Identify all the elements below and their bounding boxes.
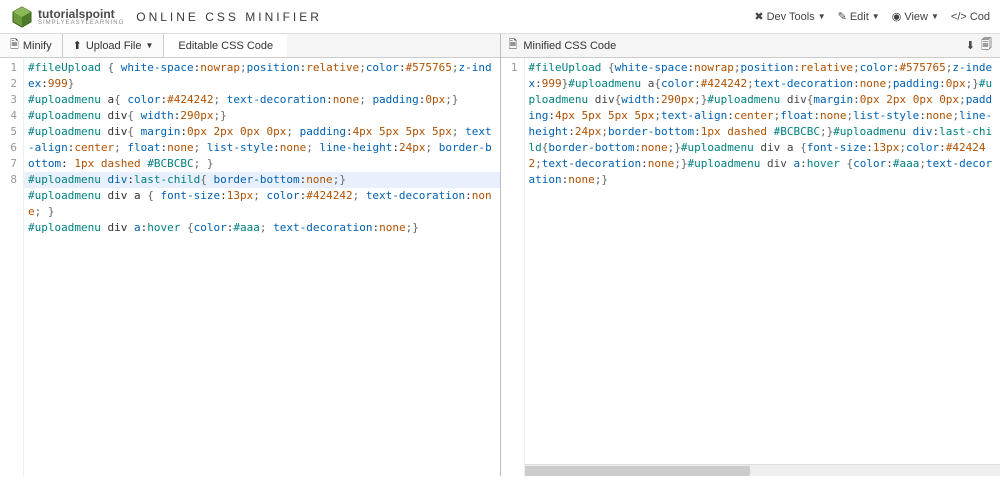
download-icon[interactable]: ⬇ xyxy=(966,39,975,52)
left-gutter: 12345678 xyxy=(0,58,24,476)
minify-button[interactable]: 🗎 Minify xyxy=(0,34,63,57)
devtools-button[interactable]: ✖ Dev Tools ▼ xyxy=(754,10,825,23)
right-title: Minified CSS Code xyxy=(523,40,616,52)
header: tutorialspoint SIMPLYEASYLEARNING ONLINE… xyxy=(0,0,1000,34)
right-head: 🗎 Minified CSS Code ⬇ 🗐 xyxy=(501,34,1000,58)
devtools-label: Dev Tools xyxy=(767,11,815,23)
code-button[interactable]: </> Cod xyxy=(951,11,990,23)
right-gutter: 1 xyxy=(501,58,525,476)
left-toolbar: 🗎 Minify ⬆ Upload File ▼ Editable CSS Co… xyxy=(0,34,500,58)
chevron-down-icon: ▼ xyxy=(872,12,880,21)
logo[interactable]: tutorialspoint SIMPLYEASYLEARNING xyxy=(10,5,124,29)
left-panel: 🗎 Minify ⬆ Upload File ▼ Editable CSS Co… xyxy=(0,34,501,476)
upload-label: Upload File xyxy=(86,40,142,52)
chevron-down-icon: ▼ xyxy=(818,12,826,21)
edit-button[interactable]: ✎ Edit ▼ xyxy=(838,10,880,23)
tab-label: Editable CSS Code xyxy=(178,40,273,52)
code-label: Cod xyxy=(970,11,990,23)
minify-label: Minify xyxy=(23,40,52,52)
right-code: #fileUpload {white-space:nowrap;position… xyxy=(525,58,1000,476)
chevron-down-icon: ▼ xyxy=(931,12,939,21)
logo-text: tutorialspoint SIMPLYEASYLEARNING xyxy=(38,8,124,26)
page-title: ONLINE CSS MINIFIER xyxy=(136,10,322,24)
edit-icon: ✎ xyxy=(838,10,847,23)
left-editor[interactable]: 12345678 #fileUpload { white-space:nowra… xyxy=(0,58,500,476)
doc-icon: 🗎 xyxy=(10,36,19,55)
edit-label: Edit xyxy=(850,11,869,23)
view-button[interactable]: ◉ View ▼ xyxy=(892,10,939,23)
right-editor[interactable]: 1 #fileUpload {white-space:nowrap;positi… xyxy=(501,58,1000,476)
logo-main: tutorialspoint xyxy=(38,8,124,20)
doc-icon: 🗎 xyxy=(509,36,518,55)
view-label: View xyxy=(904,11,928,23)
logo-icon xyxy=(10,5,34,29)
right-panel: 🗎 Minified CSS Code ⬇ 🗐 1 #fileUpload {w… xyxy=(501,34,1000,476)
header-right: ✖ Dev Tools ▼ ✎ Edit ▼ ◉ View ▼ </> Cod xyxy=(754,10,990,23)
upload-button[interactable]: ⬆ Upload File ▼ xyxy=(63,34,165,57)
editable-tab[interactable]: Editable CSS Code xyxy=(164,34,287,57)
code-icon: </> xyxy=(951,11,967,23)
tools-icon: ✖ xyxy=(754,10,763,23)
upload-icon: ⬆ xyxy=(73,39,82,52)
copy-icon[interactable]: 🗐 xyxy=(981,36,992,55)
chevron-down-icon: ▼ xyxy=(145,41,153,50)
left-code[interactable]: #fileUpload { white-space:nowrap;positio… xyxy=(24,58,500,476)
eye-icon: ◉ xyxy=(892,10,902,23)
panels: 🗎 Minify ⬆ Upload File ▼ Editable CSS Co… xyxy=(0,34,1000,476)
logo-sub: SIMPLYEASYLEARNING xyxy=(38,20,124,26)
